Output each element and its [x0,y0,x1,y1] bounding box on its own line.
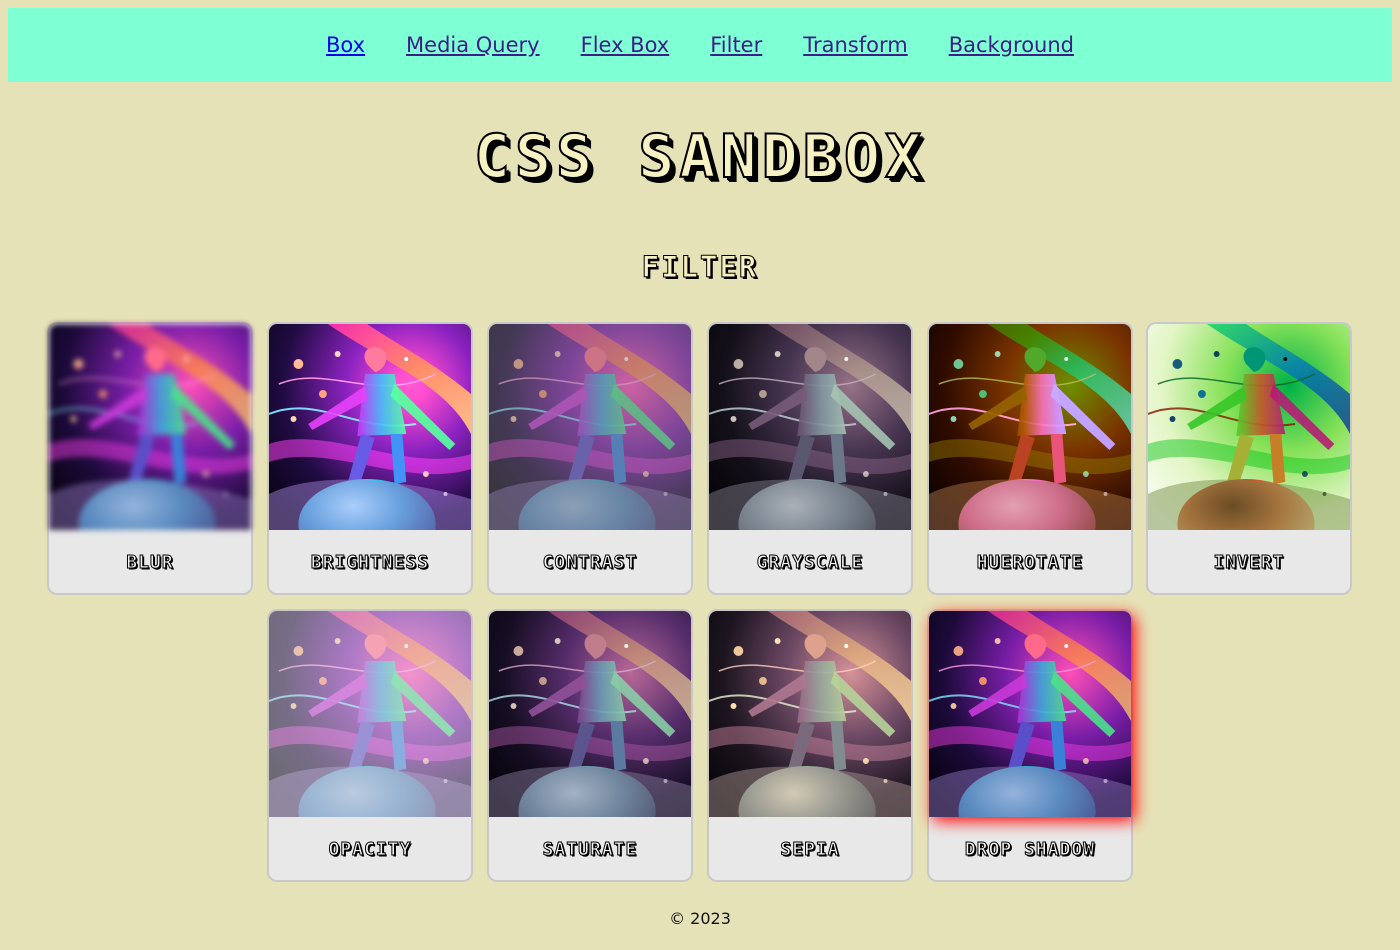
card-label: OPACITY [328,839,412,861]
card-contrast: CONTRAST [487,322,693,595]
card-image [489,611,691,817]
card-label: SATURATE [542,839,638,861]
nav-link-media-query[interactable]: Media Query [406,33,540,57]
card-label: SEPIA [780,839,840,861]
nav-link-transform[interactable]: Transform [803,33,907,57]
card-image [489,324,691,530]
nav-link-flex-box[interactable]: Flex Box [581,33,670,57]
card-image [709,611,911,817]
card-label: BRIGHTNESS [310,552,430,574]
card-opacity: OPACITY [267,609,473,882]
card-image [929,611,1131,817]
card-blur: BLUR [47,322,253,595]
card-image [709,324,911,530]
footer-copyright: © 2023 [669,909,731,928]
card-label: CONTRAST [542,552,638,574]
card-drop-shadow: DROP SHADOW [927,609,1133,882]
card-image [1148,324,1350,530]
card-sepia: SEPIA [707,609,913,882]
card-label: GRAYSCALE [756,552,864,574]
section-title: FILTER [641,250,759,285]
nav-link-box[interactable]: Box [326,33,365,57]
nav-link-filter[interactable]: Filter [710,33,762,57]
card-grayscale: GRAYSCALE [707,322,913,595]
card-label: DROP SHADOW [964,839,1096,861]
card-label: HUEROTATE [976,552,1084,574]
card-brightness: BRIGHTNESS [267,322,473,595]
card-saturate: SATURATE [487,609,693,882]
card-image [269,324,471,530]
card-label: INVERT [1213,552,1285,574]
page-title: CSS SANDBOX [473,121,927,193]
card-huerotate: HUEROTATE [927,322,1133,595]
nav-link-background[interactable]: Background [949,33,1074,57]
card-invert: INVERT [1146,322,1352,595]
card-image [929,324,1131,530]
card-image [49,324,251,530]
card-label: BLUR [126,552,174,574]
card-image [269,611,471,817]
top-nav: Box Media Query Flex Box Filter Transfor… [8,8,1392,82]
